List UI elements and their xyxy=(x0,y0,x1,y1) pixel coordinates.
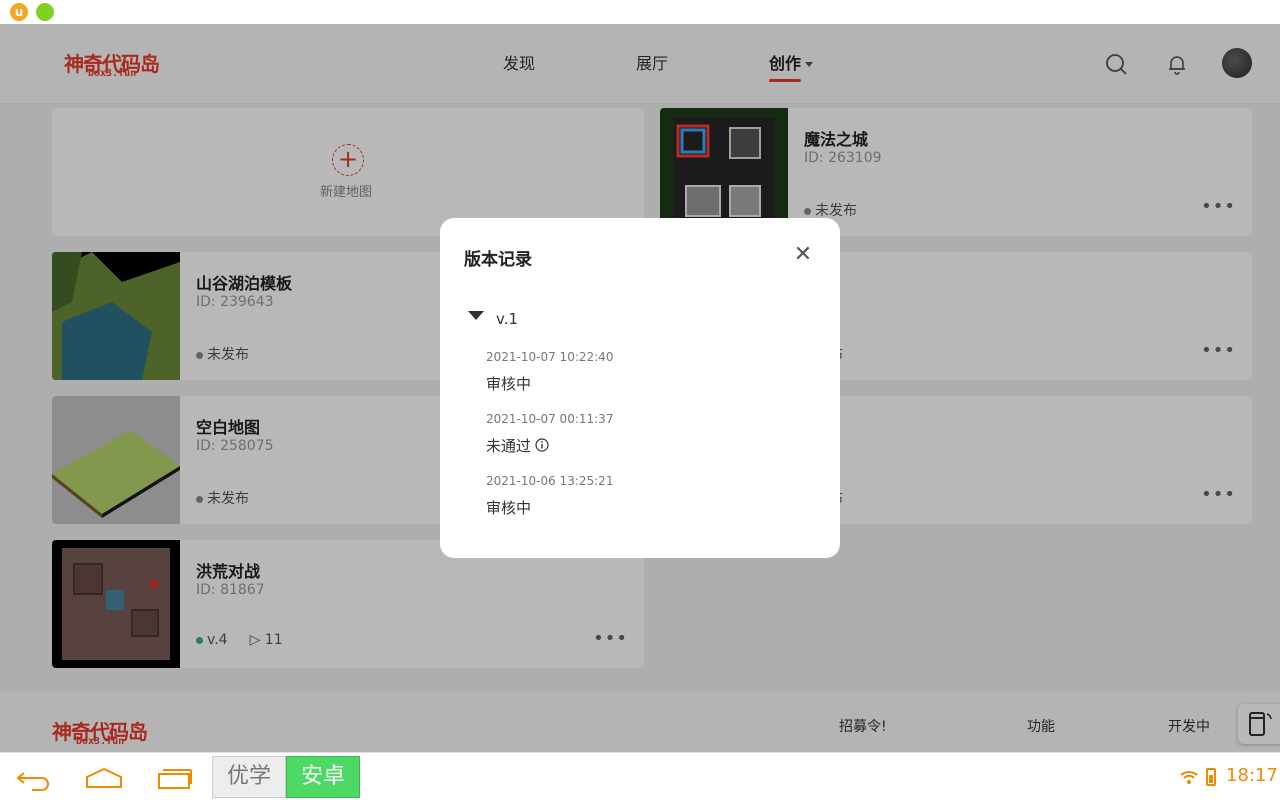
entry-status-rejected: 未通过 xyxy=(486,435,549,456)
collapse-triangle-icon[interactable] xyxy=(468,311,484,320)
version-label[interactable]: v.1 xyxy=(496,310,518,328)
battery-icon xyxy=(1206,768,1216,786)
clock: 18:17 xyxy=(1226,765,1278,786)
entry-timestamp: 2021-10-07 00:11:37 xyxy=(486,412,614,426)
brand-youxue: 优学 xyxy=(212,756,286,798)
dialog-title: 版本记录 xyxy=(464,250,532,270)
wifi-icon xyxy=(1180,771,1198,784)
back-icon[interactable] xyxy=(14,765,54,791)
info-icon[interactable] xyxy=(535,438,549,452)
entry-status-text: 未通过 xyxy=(486,437,532,455)
entry-timestamp: 2021-10-06 13:25:21 xyxy=(486,474,614,488)
brand-android: 安卓 xyxy=(286,756,360,798)
entry-timestamp: 2021-10-07 10:22:40 xyxy=(486,350,614,364)
system-navigation-bar: 优学 安卓 18:17 xyxy=(0,752,1280,800)
recent-apps-icon[interactable] xyxy=(154,765,194,791)
leaf-app-icon xyxy=(36,3,54,21)
u-app-icon: u xyxy=(10,3,28,21)
entry-status: 审核中 xyxy=(486,375,532,393)
version-history-dialog: 版本记录 ✕ v.1 2021-10-07 10:22:40 审核中 2021-… xyxy=(440,218,840,558)
system-status-bar: u xyxy=(0,0,1280,24)
entry-status: 审核中 xyxy=(486,499,532,517)
home-icon[interactable] xyxy=(84,765,124,791)
close-icon[interactable]: ✕ xyxy=(790,242,816,268)
